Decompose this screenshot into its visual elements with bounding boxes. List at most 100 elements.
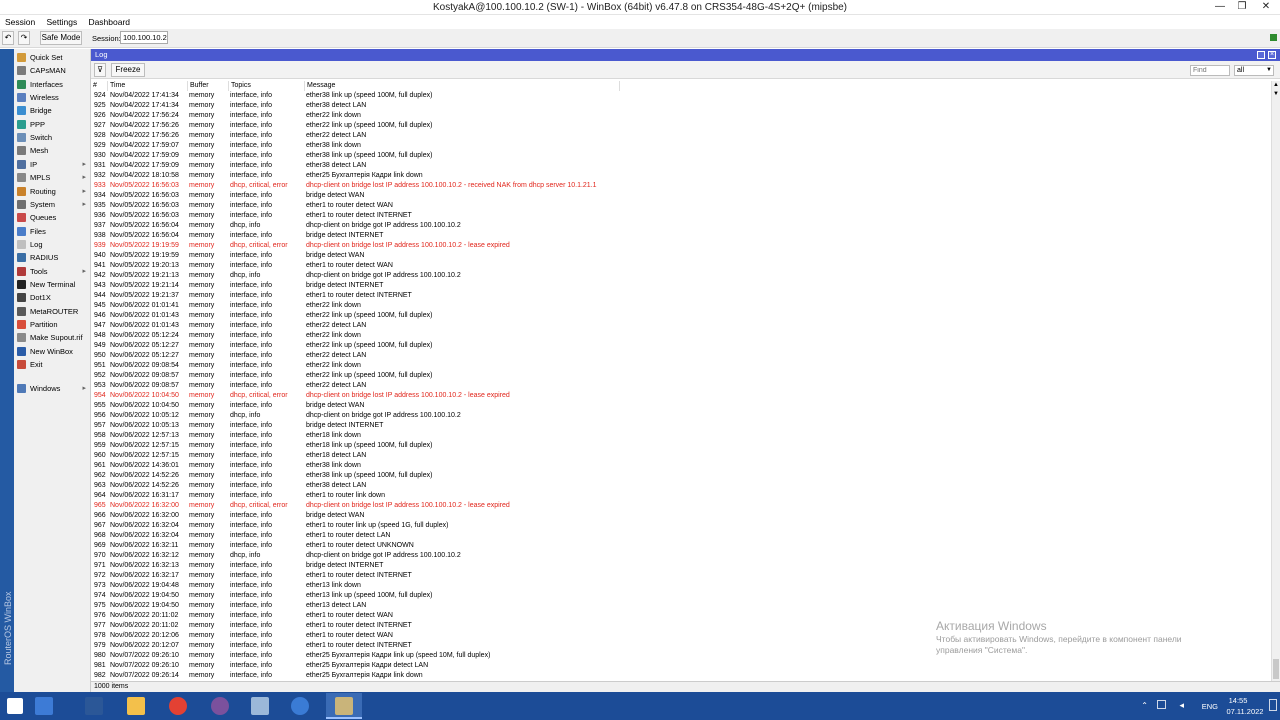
sidebar-item-files[interactable]: Files [14,225,91,238]
network-icon[interactable] [1157,700,1166,709]
find-scope-select[interactable]: all ▼ [1234,65,1274,76]
log-row[interactable]: 972 Nov/06/2022 16:32:17 memory interface, … [91,571,1271,581]
col-buffer[interactable]: Buffer [188,81,229,91]
log-row[interactable]: 943 Nov/05/2022 19:21:14 memory interface, … [91,281,1271,291]
sidebar-item-queues[interactable]: Queues [14,211,91,224]
log-row[interactable]: 945 Nov/06/2022 01:01:41 memory interface, … [91,301,1271,311]
chrome-icon[interactable] [160,693,196,719]
freeze-button[interactable]: Freeze [111,63,145,77]
notifications-icon[interactable] [1269,699,1277,711]
log-row[interactable]: 957 Nov/06/2022 10:05:13 memory interface, … [91,421,1271,431]
sidebar-item-quick-set[interactable]: Quick Set [14,51,91,64]
log-row[interactable]: 941 Nov/05/2022 19:20:13 memory interface, … [91,261,1271,271]
log-row[interactable]: 935 Nov/05/2022 16:56:03 memory interface, … [91,201,1271,211]
sidebar-item-dot1x[interactable]: Dot1X [14,291,91,304]
undo-button[interactable]: ↶ [2,31,14,45]
start-button[interactable] [6,693,26,719]
log-row[interactable]: 926 Nov/04/2022 17:56:24 memory interface, … [91,111,1271,121]
sidebar-item-ppp[interactable]: PPP [14,118,91,131]
log-row[interactable]: 970 Nov/06/2022 16:32:12 memory dhcp, info d… [91,551,1271,561]
log-row[interactable]: 966 Nov/06/2022 16:32:00 memory interface, … [91,511,1271,521]
sidebar-item-radius[interactable]: RADIUS [14,251,91,264]
log-row[interactable]: 965 Nov/06/2022 16:32:00 memory dhcp, criti… [91,501,1271,511]
log-row[interactable]: 954 Nov/06/2022 10:04:50 memory dhcp, criti… [91,391,1271,401]
window-titlebar[interactable]: KostyakA@100.100.10.2 (SW-1) - WinBox (6… [0,0,1280,15]
col-topics[interactable]: Topics [229,81,305,91]
log-row[interactable]: 929 Nov/04/2022 17:59:07 memory interface, … [91,141,1271,151]
sidebar-item-mpls[interactable]: MPLS ▸ [14,171,91,184]
sidebar-item-windows[interactable]: Windows ▸ [14,382,91,395]
log-row[interactable]: 927 Nov/04/2022 17:56:26 memory interface, … [91,121,1271,131]
file-explorer-icon[interactable] [118,693,154,719]
tray-date[interactable]: 07.11.2022 [1222,707,1268,716]
session-field[interactable]: 100.100.10.2 [120,31,168,44]
log-row[interactable]: 981 Nov/07/2022 09:26:10 memory interface, … [91,661,1271,671]
viber-icon[interactable] [202,693,238,719]
log-row[interactable]: 969 Nov/06/2022 16:32:11 memory interface, … [91,541,1271,551]
language-indicator[interactable]: ENG [1202,702,1218,711]
scroll-up-icon[interactable]: ▲ [1273,82,1279,88]
sidebar-item-interfaces[interactable]: Interfaces [14,78,91,91]
sidebar-item-metarouter[interactable]: MetaROUTER [14,305,91,318]
find-input[interactable] [1190,65,1230,76]
log-row[interactable]: 964 Nov/06/2022 16:31:17 memory interface, … [91,491,1271,501]
sidebar-item-mesh[interactable]: Mesh [14,144,91,157]
filter-icon[interactable]: ⊽ [94,63,106,77]
sidebar-item-tools[interactable]: Tools ▸ [14,265,91,278]
log-row[interactable]: 925 Nov/04/2022 17:41:34 memory interface, … [91,101,1271,111]
log-row[interactable]: 963 Nov/06/2022 14:52:26 memory interface, … [91,481,1271,491]
restore-button[interactable]: ❐ [1232,0,1252,15]
log-window-titlebar[interactable]: Log × [91,49,1280,61]
log-row[interactable]: 933 Nov/05/2022 16:56:03 memory dhcp, criti… [91,181,1271,191]
remote-desktop-icon[interactable] [282,693,318,719]
sidebar-item-wireless[interactable]: Wireless [14,91,91,104]
log-row[interactable]: 971 Nov/06/2022 16:32:13 memory interface, … [91,561,1271,571]
log-row[interactable]: 950 Nov/06/2022 05:12:27 memory interface, … [91,351,1271,361]
vertical-scrollbar[interactable]: ▲ ▼ [1271,81,1280,687]
sidebar-item-make-supout-rif[interactable]: Make Supout.rif [14,331,91,344]
log-row[interactable]: 930 Nov/04/2022 17:59:09 memory interface, … [91,151,1271,161]
sidebar-item-bridge[interactable]: Bridge [14,104,91,117]
log-row[interactable]: 944 Nov/05/2022 19:21:37 memory interface, … [91,291,1271,301]
tray-chevron-icon[interactable]: ⌃ [1141,701,1148,710]
log-row[interactable]: 974 Nov/06/2022 19:04:50 memory interface, … [91,591,1271,601]
maximize-window-icon[interactable] [1257,51,1265,59]
log-row[interactable]: 955 Nov/06/2022 10:04:50 memory interface, … [91,401,1271,411]
log-row[interactable]: 949 Nov/06/2022 05:12:27 memory interface, … [91,341,1271,351]
log-row[interactable]: 932 Nov/04/2022 18:10:58 memory interface, … [91,171,1271,181]
close-window-icon[interactable]: × [1268,51,1276,59]
powershell-icon[interactable] [76,693,112,719]
log-row[interactable]: 960 Nov/06/2022 12:57:15 memory interface, … [91,451,1271,461]
log-row[interactable]: 958 Nov/06/2022 12:57:13 memory interface, … [91,431,1271,441]
sidebar-item-switch[interactable]: Switch [14,131,91,144]
close-button[interactable]: ✕ [1256,0,1276,15]
sidebar-item-ip[interactable]: IP ▸ [14,158,91,171]
log-row[interactable]: 962 Nov/06/2022 14:52:26 memory interface, … [91,471,1271,481]
scroll-down-icon[interactable]: ▼ [1273,91,1279,97]
log-row[interactable]: 928 Nov/04/2022 17:56:26 memory interface, … [91,131,1271,141]
sidebar-item-capsman[interactable]: CAPsMAN [14,64,91,77]
log-row[interactable]: 934 Nov/05/2022 16:56:03 memory interface, … [91,191,1271,201]
log-row[interactable]: 959 Nov/06/2022 12:57:15 memory interface, … [91,441,1271,451]
log-row[interactable]: 936 Nov/05/2022 16:56:03 memory interface, … [91,211,1271,221]
log-row[interactable]: 956 Nov/06/2022 10:05:12 memory dhcp, info d… [91,411,1271,421]
sidebar-item-exit[interactable]: Exit [14,358,91,371]
col-number[interactable]: # [91,81,108,91]
sidebar-item-system[interactable]: System ▸ [14,198,91,211]
settings-tool-icon[interactable] [242,693,278,719]
log-row[interactable]: 937 Nov/05/2022 16:56:04 memory dhcp, info d… [91,221,1271,231]
redo-button[interactable]: ↷ [18,31,30,45]
server-manager-icon[interactable] [26,693,62,719]
log-row[interactable]: 939 Nov/05/2022 19:19:59 memory dhcp, criti… [91,241,1271,251]
log-row[interactable]: 951 Nov/06/2022 09:08:54 memory interface, … [91,361,1271,371]
log-row[interactable]: 967 Nov/06/2022 16:32:04 memory interface, … [91,521,1271,531]
sidebar-item-partition[interactable]: Partition [14,318,91,331]
menu-settings[interactable]: Settings [41,15,81,27]
log-row[interactable]: 948 Nov/06/2022 05:12:24 memory interface, … [91,331,1271,341]
log-row[interactable]: 940 Nov/05/2022 19:19:59 memory interface, … [91,251,1271,261]
sidebar-item-new-terminal[interactable]: New Terminal [14,278,91,291]
col-time[interactable]: Time [108,81,188,91]
log-row[interactable]: 961 Nov/06/2022 14:36:01 memory interface, … [91,461,1271,471]
log-row[interactable]: 973 Nov/06/2022 19:04:48 memory interface, … [91,581,1271,591]
tray-time[interactable]: 14:55 [1220,696,1256,705]
